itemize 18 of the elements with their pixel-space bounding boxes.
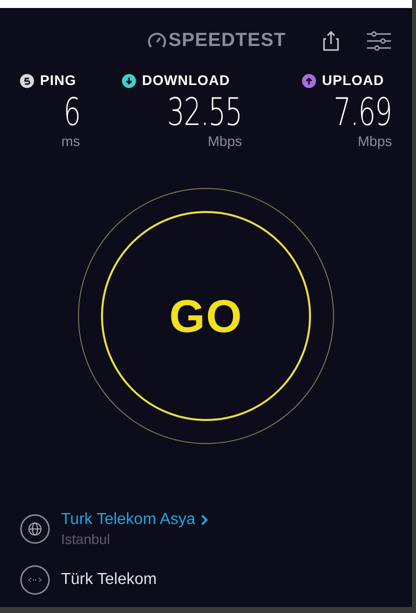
server-location: Istanbul [61,530,112,548]
provider-name: Türk Telekom [61,570,157,590]
metric-value: 6 [63,91,80,133]
metric-label: UPLOAD [322,71,384,90]
metric-label: PING [40,71,76,90]
metric-label: DOWNLOAD [142,71,230,90]
metric-value: 7.69 [334,91,392,133]
go-button[interactable]: GO [101,211,311,421]
connection-icon [20,565,50,595]
globe-icon [20,514,50,544]
metric-unit: Mbps [358,133,392,149]
logo-text: SPEEDTEST [168,28,286,53]
chevron-icon [200,514,208,526]
server-link[interactable]: Turk Telekom Asya [61,510,208,530]
metric-unit: ms [61,133,80,149]
metric-unit: Mbps [208,133,242,149]
settings-button[interactable] [366,29,392,53]
metric-value: 32.55 [167,91,242,133]
